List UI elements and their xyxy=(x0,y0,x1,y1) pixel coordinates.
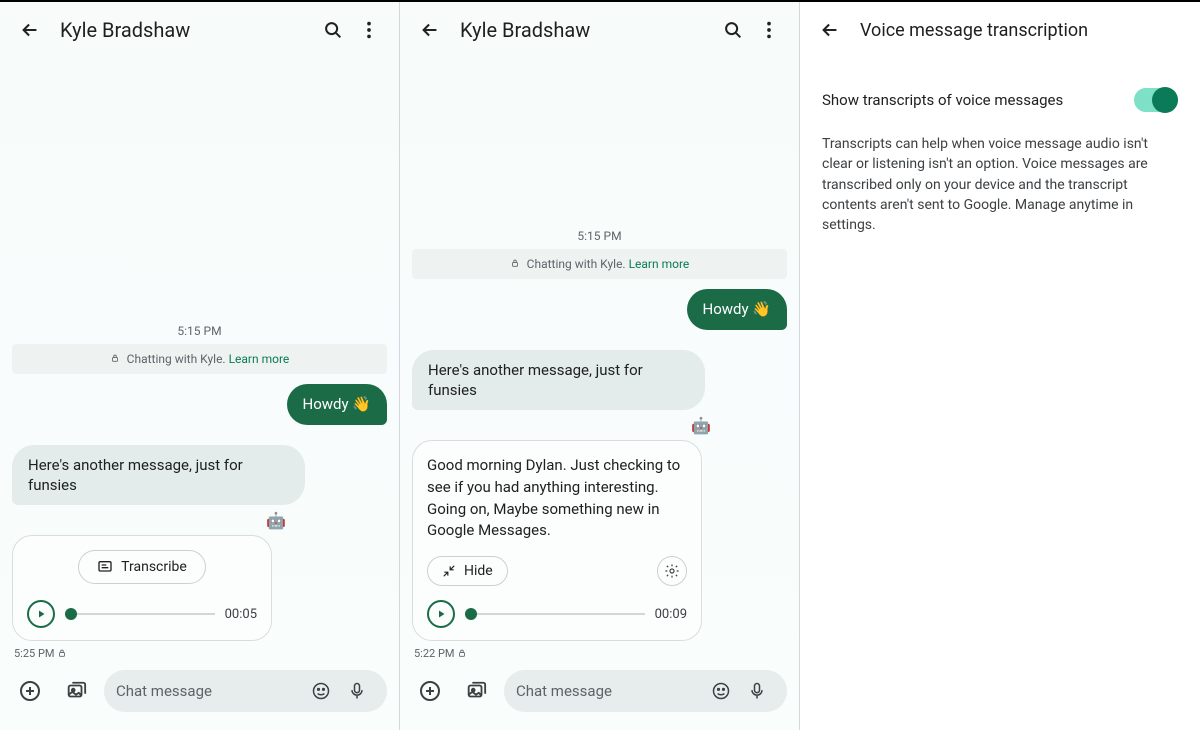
transcript-text: Good morning Dylan. Just checking to see… xyxy=(427,455,687,542)
topbar: Kyle Bradshaw xyxy=(400,2,799,58)
duration: 00:09 xyxy=(655,607,687,622)
transcript-icon xyxy=(97,559,113,575)
topbar: Voice message transcription xyxy=(800,2,1200,58)
gear-icon[interactable] xyxy=(657,556,687,586)
settings-title: Voice message transcription xyxy=(860,20,1188,41)
settings-description: Transcripts can help when voice message … xyxy=(822,134,1178,235)
play-button[interactable] xyxy=(27,600,55,628)
add-button[interactable] xyxy=(412,673,448,709)
composer: Chat message xyxy=(400,670,799,730)
duration: 00:05 xyxy=(225,607,257,622)
mic-icon[interactable] xyxy=(739,673,775,709)
outgoing-message[interactable]: Howdy 👋 xyxy=(687,289,787,329)
toggle-switch[interactable] xyxy=(1134,88,1178,112)
back-icon[interactable] xyxy=(412,12,448,48)
add-button[interactable] xyxy=(12,673,48,709)
transcribe-button[interactable]: Transcribe xyxy=(78,550,206,584)
back-icon[interactable] xyxy=(12,12,48,48)
timestamp: 5:15 PM xyxy=(412,229,787,243)
lock-icon xyxy=(110,352,123,366)
bot-icon: 🤖 xyxy=(266,511,284,529)
timestamp: 5:15 PM xyxy=(12,324,387,338)
message-input[interactable]: Chat message xyxy=(104,670,387,712)
composer: Chat message xyxy=(0,670,399,730)
input-placeholder: Chat message xyxy=(516,682,703,700)
more-icon[interactable] xyxy=(351,12,387,48)
settings-pane: Voice message transcription Show transcr… xyxy=(800,2,1200,730)
hide-button[interactable]: Hide xyxy=(427,556,508,586)
audio-player: 00:09 xyxy=(427,600,687,628)
hide-label: Hide xyxy=(464,563,493,579)
emoji-icon[interactable] xyxy=(303,673,339,709)
topbar: Kyle Bradshaw xyxy=(0,2,399,58)
mic-icon[interactable] xyxy=(339,673,375,709)
transcribe-label: Transcribe xyxy=(121,559,187,575)
search-icon[interactable] xyxy=(715,12,751,48)
back-icon[interactable] xyxy=(812,12,848,48)
scrubber[interactable] xyxy=(465,613,645,615)
bot-icon: 🤖 xyxy=(691,416,709,434)
scrubber[interactable] xyxy=(65,613,215,615)
incoming-message[interactable]: Here's another message, just for funsies xyxy=(12,445,305,506)
toggle-label: Show transcripts of voice messages xyxy=(822,91,1063,109)
incoming-message[interactable]: Here's another message, just for funsies xyxy=(412,350,705,411)
message-input[interactable]: Chat message xyxy=(504,670,787,712)
chat-pane-collapsed: Kyle Bradshaw 5:15 PM Chatting with Kyle… xyxy=(0,2,400,730)
play-button[interactable] xyxy=(427,600,455,628)
learn-more-link[interactable]: Learn more xyxy=(229,352,290,366)
banner-text: Chatting with Kyle. xyxy=(127,352,229,366)
message-meta: 5:25 PM xyxy=(14,647,385,660)
input-placeholder: Chat message xyxy=(116,682,303,700)
encryption-banner: Chatting with Kyle. Learn more xyxy=(412,249,787,279)
collapse-icon xyxy=(442,564,456,578)
toggle-row: Show transcripts of voice messages xyxy=(822,88,1178,112)
emoji-icon[interactable] xyxy=(703,673,739,709)
voice-message-card: Transcribe 00:05 xyxy=(12,535,272,641)
chat-title: Kyle Bradshaw xyxy=(60,18,315,42)
learn-more-link[interactable]: Learn more xyxy=(629,257,690,271)
banner-text: Chatting with Kyle. xyxy=(527,257,629,271)
gallery-button[interactable] xyxy=(458,673,494,709)
more-icon[interactable] xyxy=(751,12,787,48)
encryption-banner: Chatting with Kyle. Learn more xyxy=(12,344,387,374)
voice-message-card-expanded: Good morning Dylan. Just checking to see… xyxy=(412,440,702,641)
search-icon[interactable] xyxy=(315,12,351,48)
gallery-button[interactable] xyxy=(58,673,94,709)
chat-pane-expanded: Kyle Bradshaw 5:15 PM Chatting with Kyle… xyxy=(400,2,800,730)
audio-player: 00:05 xyxy=(27,600,257,628)
message-meta: 5:22 PM xyxy=(414,647,785,660)
outgoing-message[interactable]: Howdy 👋 xyxy=(287,384,387,424)
chat-title: Kyle Bradshaw xyxy=(460,18,715,42)
lock-icon xyxy=(510,257,523,271)
